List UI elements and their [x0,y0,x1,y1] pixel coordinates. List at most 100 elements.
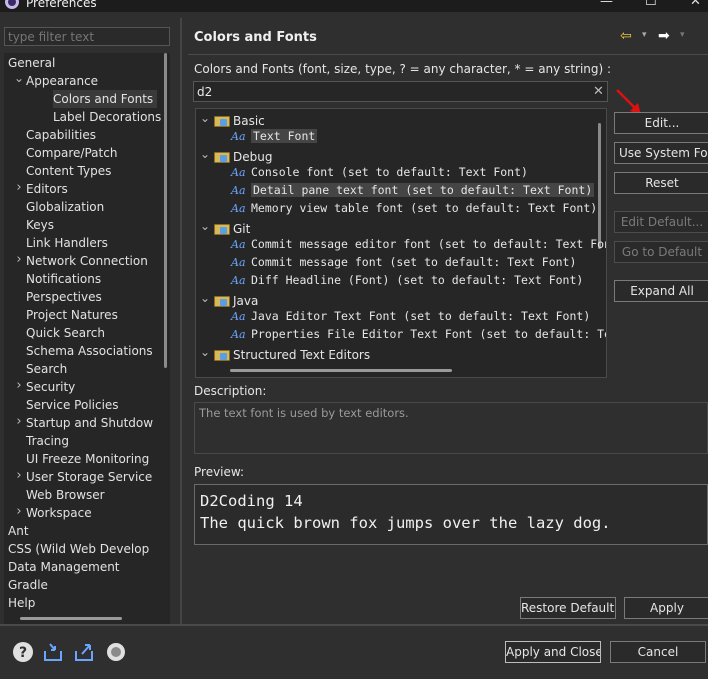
collapse-icon[interactable]: ⌄ [200,109,214,127]
use-system-font-button[interactable]: Use System Font [614,142,708,164]
tree-item[interactable]: Help [8,594,35,612]
tree-item[interactable]: Compare/Patch [26,144,117,162]
tree-item[interactable]: Perspectives [26,288,102,306]
tree-item[interactable]: Link Handlers [26,234,108,252]
font-category[interactable]: ⌄ Java [200,289,258,308]
record-icon[interactable] [105,641,127,663]
expand-icon[interactable]: › [4,576,6,594]
tree-item[interactable]: Keys [26,216,54,234]
font-category[interactable]: ⌄ Structured Text Editors [200,343,370,362]
description-box: The text font is used by text editors. [194,402,708,454]
pane-divider[interactable] [180,18,182,624]
expand-icon[interactable]: › [14,504,24,522]
clear-search-icon[interactable]: ✕ [593,84,604,99]
tree-item[interactable]: Project Natures [26,306,118,324]
reset-button[interactable]: Reset [614,172,708,194]
font-icon: Aa [231,166,246,179]
font-item[interactable]: Aa Detail pane text font (set to default:… [231,181,595,199]
font-item-label: Commit message font (set to default: Tex… [251,255,577,269]
font-category[interactable]: ⌄ Git [200,217,250,236]
tree-item[interactable]: Workspace [26,504,92,522]
tree-item[interactable]: Tracing [26,432,69,450]
tree-item[interactable]: Gradle [8,576,48,594]
collapse-icon[interactable]: ⌄ [200,217,214,235]
expand-icon[interactable]: › [4,594,6,612]
font-item[interactable]: Aa Properties File Editor Text Font (set … [231,325,606,343]
font-item[interactable]: Aa Diff Headline (Font) (set to default: … [231,271,583,289]
tree-item[interactable]: Editors [26,180,68,198]
font-tree-horizontal-scrollbar[interactable] [230,369,452,372]
tree-item[interactable]: UI Freeze Monitoring [26,450,149,468]
minimize-button[interactable]: — [600,0,613,9]
tree-item[interactable]: Label Decorations [53,108,161,126]
tree-item[interactable]: Notifications [26,270,101,288]
tree-vertical-scrollbar[interactable] [164,53,167,368]
font-icon: Aa [231,256,246,269]
tree-item[interactable]: Quick Search [26,324,105,342]
expand-icon[interactable]: › [14,378,24,396]
forward-dropdown-icon[interactable]: ▾ [680,30,685,40]
font-item[interactable]: Aa Commit message editor font (set to def… [231,235,606,253]
expand-icon[interactable]: › [14,468,24,486]
collapse-icon[interactable]: ⌄ [200,145,214,163]
maximize-button[interactable]: ☐ [645,0,657,9]
tree-item[interactable]: General [8,54,55,72]
tree-item[interactable]: Network Connection [26,252,148,270]
font-category[interactable]: ⌄ Debug [200,145,272,164]
forward-arrow-icon[interactable]: ➡ [658,28,670,44]
font-category[interactable]: ⌄ Basic [200,109,265,128]
close-window-button[interactable]: ✕ [690,0,701,9]
apply-button[interactable]: Apply [624,597,708,619]
edit-button[interactable]: Edit... [614,112,708,134]
restore-defaults-button[interactable]: Restore Defaults [520,597,616,619]
tree-item[interactable]: Capabilities [26,126,96,144]
font-item[interactable]: Aa Console font (set to default: Text Fon… [231,163,528,181]
font-item[interactable]: Aa Commit message font (set to default: T… [231,253,576,271]
font-item-label: Java Editor Text Font (set to default: T… [251,309,591,323]
tree-item[interactable]: Data Management [8,558,120,576]
tree-item[interactable]: CSS (Wild Web Develop [8,540,149,558]
go-to-default-button[interactable]: Go to Default [614,241,708,263]
back-dropdown-icon[interactable]: ▾ [642,30,647,40]
collapse-icon[interactable]: ⌄ [200,343,214,361]
tree-item[interactable]: Ant [8,522,29,540]
expand-icon[interactable]: › [14,180,24,198]
apply-and-close-button[interactable]: Apply and Close [505,641,601,663]
tree-item[interactable]: User Storage Service [26,468,152,486]
font-item[interactable]: Aa Text Font [231,127,318,145]
svg-text:?: ? [19,645,27,661]
font-item[interactable]: Aa Java Editor Text Font (set to default:… [231,307,590,325]
expand-icon[interactable]: › [14,414,24,432]
tree-item[interactable]: Content Types [26,162,111,180]
expand-icon[interactable]: › [14,252,24,270]
tree-horizontal-scrollbar[interactable] [20,617,122,620]
tree-item[interactable]: Schema Associations [26,342,153,360]
expand-icon[interactable]: › [4,522,6,540]
collapse-icon[interactable]: ⌄ [200,289,214,307]
back-arrow-icon[interactable]: ⇦ [620,28,632,44]
expand-icon[interactable]: › [4,558,6,576]
preview-label: Preview: [194,465,245,479]
help-icon[interactable]: ? [12,641,34,663]
collapse-icon[interactable]: ⌄ [14,72,24,90]
tree-item[interactable]: Security [26,378,75,396]
tree-item[interactable]: Globalization [26,198,104,216]
tree-item[interactable]: Search [26,360,67,378]
tree-item[interactable]: Colors and Fonts [53,90,158,108]
expand-icon[interactable]: › [4,540,6,558]
edit-default-button[interactable]: Edit Default... [614,211,708,233]
collapse-icon[interactable]: ⌄ [4,54,6,72]
tree-item[interactable]: Startup and Shutdow [26,414,153,432]
font-item[interactable]: Aa Memory view table font (set to default… [231,199,597,217]
cancel-button[interactable]: Cancel [610,641,706,663]
tree-item[interactable]: Appearance [26,72,98,90]
expand-all-button[interactable]: Expand All [614,280,708,302]
import-icon[interactable] [42,641,64,663]
tree-item[interactable]: Service Policies [26,396,119,414]
font-search-input[interactable] [193,81,608,102]
tree-item[interactable]: Web Browser [26,486,105,504]
font-tree-vertical-scrollbar[interactable] [598,123,601,249]
font-icon: Aa [231,202,246,215]
export-icon[interactable] [73,641,95,663]
filter-input[interactable] [4,27,170,46]
